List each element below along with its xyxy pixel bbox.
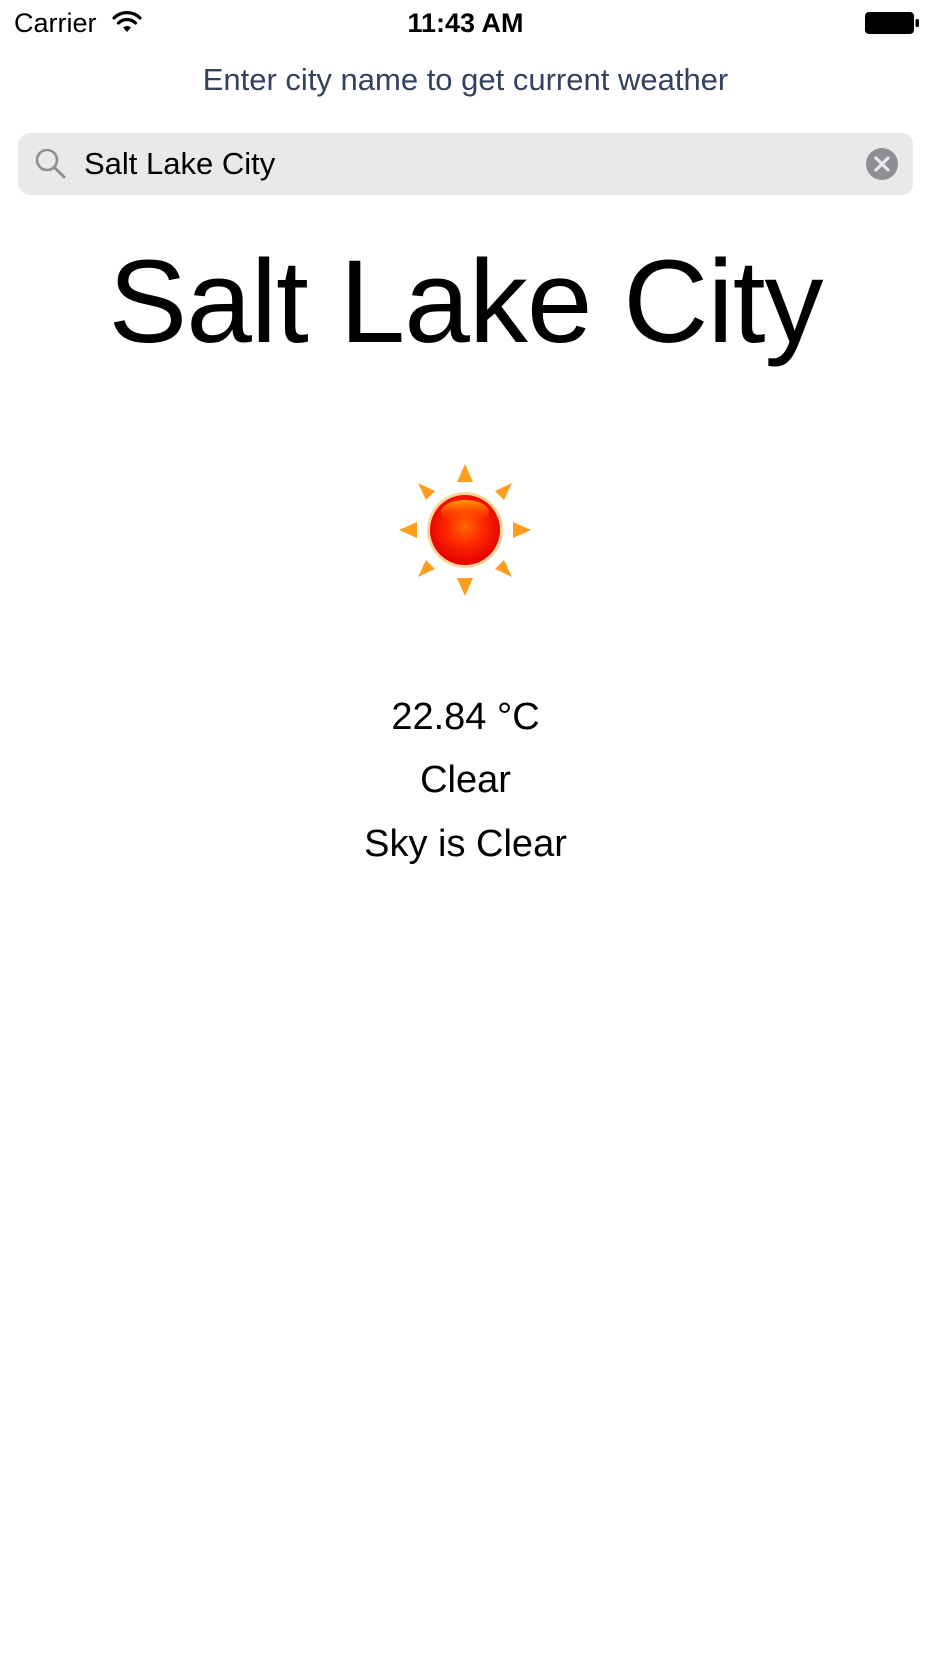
status-time: 11:43 AM [407,8,524,38]
status-bar: Carrier 11:43 AM [0,0,931,46]
weather-description: Sky is Clear [364,823,567,865]
search-icon [35,148,66,179]
city-name: Salt Lake City [108,236,824,368]
temperature-value: 22.84 °C [391,696,540,738]
battery-icon [865,12,919,34]
clear-icon[interactable] [865,147,899,181]
search-input[interactable] [84,133,854,195]
search-bar[interactable] [18,133,913,195]
weather-condition: Clear [420,759,511,801]
sun-icon [399,464,531,596]
prompt-text: Enter city name to get current weather [202,62,729,97]
